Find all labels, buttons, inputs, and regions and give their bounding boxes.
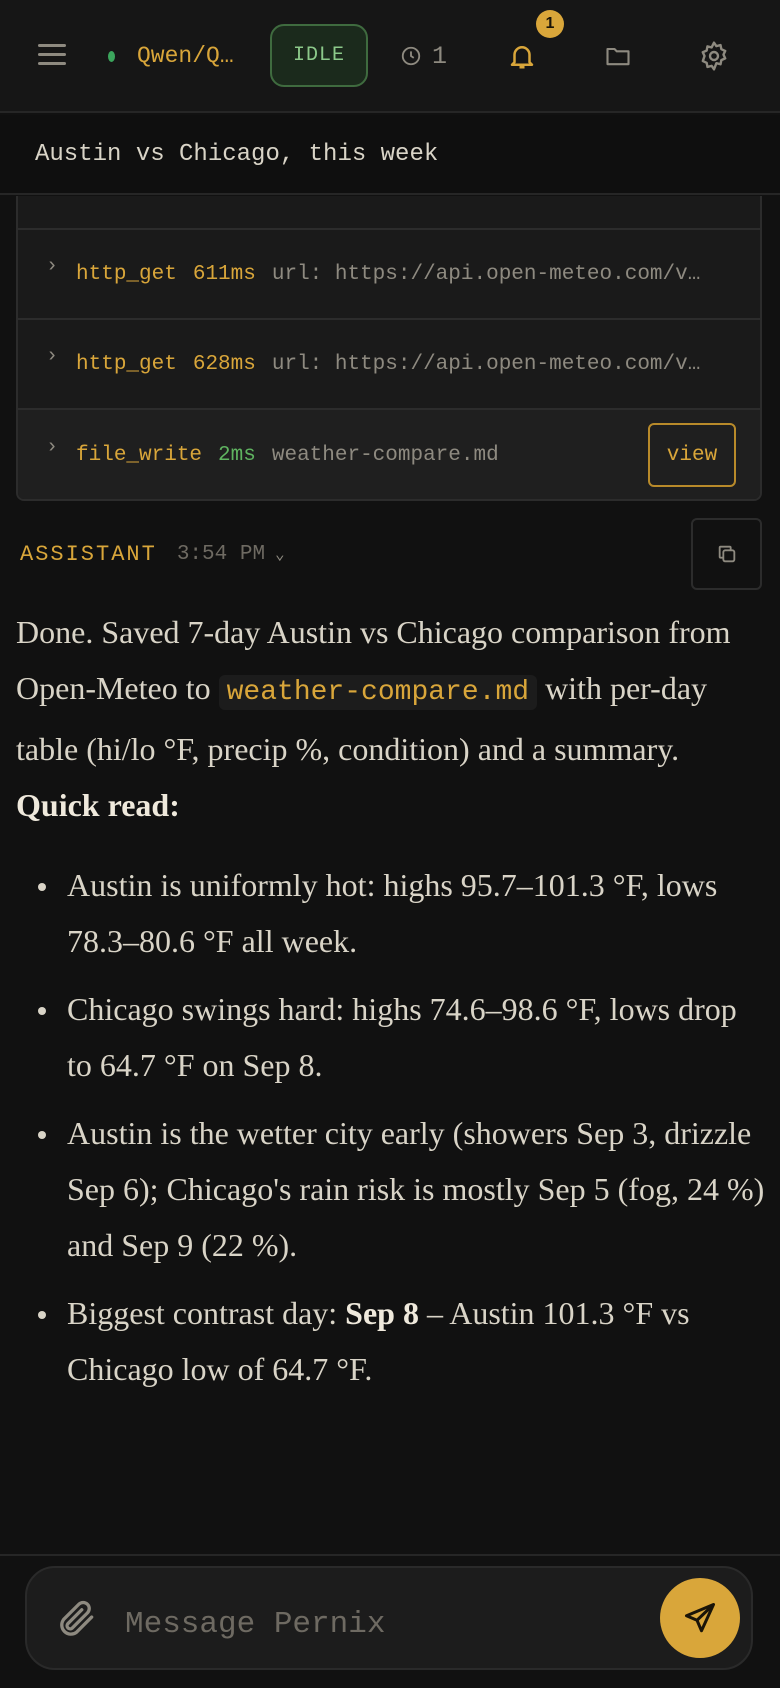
summary-list: Austin is uniformly hot: highs 95.7–101.… bbox=[16, 857, 766, 1397]
chevron-right-icon: › bbox=[46, 254, 59, 278]
model-selector[interactable]: Qwen/Q… bbox=[108, 34, 234, 78]
tool-duration: 2ms bbox=[218, 443, 256, 467]
send-button[interactable] bbox=[660, 1578, 740, 1658]
bell-icon bbox=[510, 46, 534, 69]
tool-name: file_write bbox=[76, 443, 203, 467]
tool-call-row[interactable]: › http_get 628ms url: https://api.open-m… bbox=[18, 320, 760, 410]
tool-call-row[interactable]: › file_write 2ms weather-compare.md view bbox=[18, 410, 760, 499]
summary-heading: Quick read: bbox=[16, 787, 180, 823]
contrast-day: Sep 8 bbox=[345, 1295, 419, 1331]
list-item: Austin is the wetter city early (showers… bbox=[16, 1105, 766, 1273]
list-item: Austin is uniformly hot: highs 95.7–101.… bbox=[16, 857, 766, 969]
list-item: Chicago swings hard: highs 74.6–98.6 °F,… bbox=[16, 981, 766, 1093]
menu-button[interactable] bbox=[30, 33, 74, 77]
tool-call-row-partial bbox=[18, 196, 760, 230]
view-file-button[interactable]: view bbox=[648, 423, 736, 487]
files-button[interactable] bbox=[600, 34, 636, 78]
conversation-title: Austin vs Chicago, this week bbox=[0, 115, 780, 195]
chevron-right-icon: › bbox=[46, 435, 59, 459]
paper-plane-icon bbox=[685, 1603, 715, 1633]
message-time[interactable]: 3:54 PM bbox=[177, 543, 265, 566]
copy-message-button[interactable] bbox=[691, 518, 762, 590]
tool-duration: 628ms bbox=[192, 352, 256, 376]
message-body: Done. Saved 7-day Austin vs Chicago comp… bbox=[16, 604, 766, 1409]
notifications-button[interactable] bbox=[504, 34, 540, 78]
model-status-dot-icon bbox=[108, 50, 115, 62]
hamburger-icon bbox=[38, 44, 66, 47]
tool-args: url: https://api.open-meteo.com/v… bbox=[271, 262, 701, 286]
paperclip-icon bbox=[60, 1600, 94, 1636]
tool-duration: 611ms bbox=[192, 262, 256, 286]
clock-icon bbox=[401, 46, 421, 66]
tool-args: weather-compare.md bbox=[271, 443, 499, 467]
message-header: ASSISTANT 3:54 PM ⌄ bbox=[20, 534, 285, 574]
tool-calls-panel: › http_get 611ms url: https://api.open-m… bbox=[16, 196, 762, 501]
tool-args: url: https://api.open-meteo.com/v… bbox=[271, 352, 701, 376]
inline-code-filename: weather-compare.md bbox=[218, 675, 538, 710]
message-input[interactable] bbox=[125, 1598, 625, 1650]
tool-name: http_get bbox=[76, 262, 177, 286]
folder-icon bbox=[606, 47, 630, 66]
message-intro: Done. Saved 7-day Austin vs Chicago comp… bbox=[16, 614, 731, 767]
tool-call-row[interactable]: › http_get 611ms url: https://api.open-m… bbox=[18, 230, 760, 320]
settings-button[interactable] bbox=[694, 32, 734, 80]
history-button[interactable]: 1 bbox=[400, 34, 447, 78]
attach-button[interactable] bbox=[55, 1595, 101, 1643]
tool-name: http_get bbox=[76, 352, 177, 376]
message-role: ASSISTANT bbox=[20, 541, 157, 567]
chevron-right-icon: › bbox=[46, 344, 59, 368]
top-bar: Qwen/Q… IDLE 1 1 bbox=[0, 0, 780, 113]
history-count: 1 bbox=[432, 41, 448, 71]
gear-icon bbox=[701, 41, 727, 71]
copy-icon bbox=[718, 545, 735, 563]
chevron-down-icon[interactable]: ⌄ bbox=[275, 544, 285, 564]
status-badge[interactable]: IDLE bbox=[270, 24, 368, 87]
list-item: Biggest contrast day: Sep 8 – Austin 101… bbox=[16, 1285, 766, 1397]
model-name: Qwen/Q… bbox=[137, 43, 234, 69]
notification-count-badge: 1 bbox=[536, 10, 564, 38]
